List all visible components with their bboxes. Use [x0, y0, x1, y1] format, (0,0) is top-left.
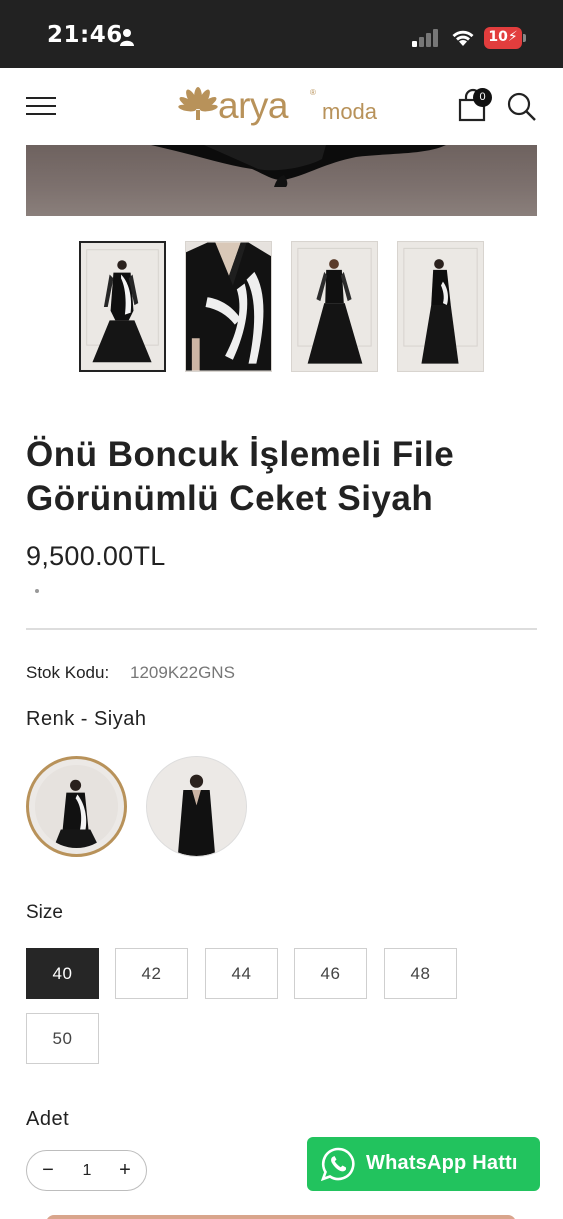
size-option-46[interactable]: 46	[294, 948, 367, 999]
thumbnail-image	[398, 242, 483, 371]
product-price: 9,500.00TL	[26, 541, 166, 571]
thumbnail-back[interactable]	[291, 241, 378, 372]
person-icon	[120, 29, 134, 46]
battery-icon: 10⚡	[484, 27, 526, 49]
thumbnail-detail[interactable]	[185, 241, 272, 372]
whatsapp-label: WhatsApp Hattı	[366, 1152, 518, 1174]
logo-registered-mark: ®	[310, 88, 316, 97]
wifi-icon	[452, 30, 474, 46]
swatch-image	[35, 765, 118, 848]
quantity-decrease-button[interactable]: −	[28, 1151, 68, 1190]
cart-count-badge: 0	[473, 88, 492, 107]
search-icon[interactable]	[507, 92, 537, 122]
color-swatch-selected[interactable]	[26, 756, 127, 857]
color-label: Renk - Siyah	[26, 708, 147, 730]
battery-cap	[523, 34, 526, 42]
status-bar: 21:46 10⚡	[0, 0, 563, 68]
size-option-48[interactable]: 48	[384, 948, 457, 999]
logo-text: arya	[218, 85, 288, 126]
stock-code-value: 1209K22GNS	[130, 663, 235, 682]
menu-icon[interactable]	[26, 95, 56, 117]
product-main-image[interactable]	[26, 145, 537, 216]
thumbnail-image	[81, 244, 164, 369]
quantity-label: Adet	[26, 1108, 70, 1130]
thumbnail-image	[292, 242, 377, 371]
product-title: Önü Boncuk İşlemeli File Görünümlü Ceket…	[26, 435, 455, 518]
status-time: 21:46	[47, 22, 123, 48]
swatch-image-frame	[35, 765, 118, 848]
swatch-image	[147, 757, 246, 856]
size-option-42[interactable]: 42	[115, 948, 188, 999]
size-option-50[interactable]: 50	[26, 1013, 99, 1064]
size-option-40[interactable]: 40	[26, 948, 99, 999]
brand-logo[interactable]: arya ® moda	[176, 84, 391, 128]
battery-level: 10⚡	[488, 29, 518, 45]
signal-icon	[412, 29, 438, 47]
logo-suffix: moda	[322, 99, 378, 124]
whatsapp-icon	[321, 1147, 355, 1181]
divider	[26, 628, 537, 630]
size-option-44[interactable]: 44	[205, 948, 278, 999]
thumbnail-front[interactable]	[79, 241, 166, 372]
color-swatch-option[interactable]	[146, 756, 247, 857]
whatsapp-button[interactable]: WhatsApp Hattı	[307, 1137, 540, 1191]
add-to-cart-button[interactable]	[46, 1215, 516, 1219]
site-header: arya ® moda 0	[0, 68, 563, 145]
stock-code-label: Stok Kodu:	[26, 663, 110, 682]
quantity-stepper: − 1 +	[26, 1150, 147, 1191]
size-label: Size	[26, 902, 63, 923]
stock-code: Stok Kodu: 1209K22GNS	[26, 663, 235, 683]
thumbnail-strip	[79, 241, 485, 372]
rating-dot	[35, 589, 39, 593]
quantity-increase-button[interactable]: +	[105, 1151, 145, 1190]
logo-fan-icon	[178, 87, 218, 120]
swatch-image-frame	[147, 757, 246, 856]
main-image-art	[151, 145, 446, 187]
quantity-value[interactable]: 1	[67, 1151, 107, 1190]
thumbnail-side[interactable]	[397, 241, 484, 372]
thumbnail-image	[186, 242, 271, 371]
